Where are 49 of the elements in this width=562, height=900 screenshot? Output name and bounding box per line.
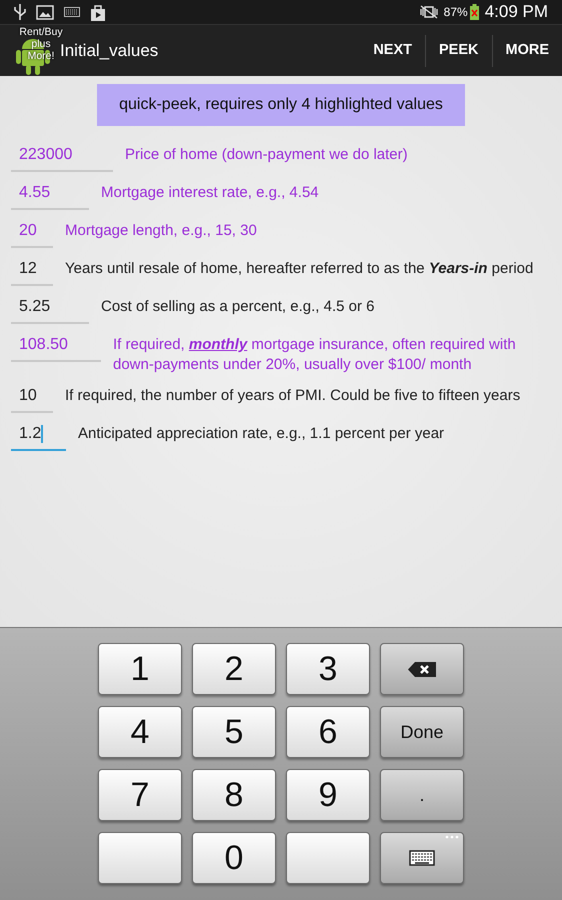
field-label: Years until resale of home, hereafter referred to as the Years-in period xyxy=(64,259,534,279)
input-field[interactable]: 5.25 xyxy=(11,296,89,324)
digit-key[interactable]: 4 xyxy=(98,706,182,758)
field-label: Cost of selling as a percent, e.g., 4.5 or 6 xyxy=(100,297,374,317)
input-field[interactable]: 1.2 xyxy=(11,423,66,451)
field-label: Anticipated appreciation rate, e.g., 1.1 percent per year xyxy=(77,424,444,444)
action-button[interactable]: PEEK xyxy=(426,25,492,76)
keypad-key[interactable]: . xyxy=(380,769,464,821)
shopping-bag-icon xyxy=(90,4,106,20)
digit-key[interactable]: 2 xyxy=(192,643,276,695)
input-field[interactable]: 20 xyxy=(11,220,53,248)
input-field[interactable]: 4.55 xyxy=(11,182,89,210)
muted-vibrate-icon xyxy=(420,5,438,19)
backspace-key[interactable] xyxy=(380,643,464,695)
info-banner: quick-peek, requires only 4 highlighted values xyxy=(97,84,465,126)
digit-key[interactable]: 7 xyxy=(98,769,182,821)
digit-key[interactable]: 1 xyxy=(98,643,182,695)
field-label: If required, the number of years of PMI. Could be five to fifteen years xyxy=(64,386,520,406)
usb-icon xyxy=(14,4,26,20)
action-button[interactable]: MORE xyxy=(492,25,562,76)
field-label: Mortgage length, e.g., 15, 30 xyxy=(64,221,257,241)
image-icon xyxy=(36,4,54,20)
input-field[interactable]: 12 xyxy=(11,258,53,286)
field-label: Price of home (down-payment we do later) xyxy=(124,145,408,165)
digit-key[interactable]: 8 xyxy=(192,769,276,821)
digit-key[interactable]: 0 xyxy=(192,832,276,884)
input-field[interactable]: 10 xyxy=(11,385,53,413)
digit-key[interactable]: 3 xyxy=(286,643,370,695)
action-button[interactable]: NEXT xyxy=(360,25,425,76)
field-label: If required, monthly mortgage insurance, often required with down-payments under 20%, usually over $100/ month xyxy=(112,335,517,375)
keyboard-icon xyxy=(409,850,435,866)
digit-key[interactable]: 6 xyxy=(286,706,370,758)
screen-title: Initial_values xyxy=(60,40,158,62)
backspace-icon xyxy=(408,662,436,676)
battery-percent: 87% xyxy=(444,4,468,21)
keyboard-switch-key[interactable] xyxy=(380,832,464,884)
battery-icon xyxy=(470,4,479,20)
field-label: Mortgage interest rate, e.g., 4.54 xyxy=(100,183,319,203)
keypad-key[interactable]: Done xyxy=(380,706,464,758)
keyboard-icon xyxy=(64,7,80,17)
blank-key[interactable] xyxy=(98,832,182,884)
more-dots-icon xyxy=(445,835,459,839)
logo-text: Rent/Buy xyxy=(19,26,63,38)
digit-key[interactable]: 9 xyxy=(286,769,370,821)
input-field[interactable]: 223000 xyxy=(11,144,113,172)
blank-key[interactable] xyxy=(286,832,370,884)
clock: 4:09 PM xyxy=(484,1,548,24)
digit-key[interactable]: 5 xyxy=(192,706,276,758)
input-field[interactable]: 108.50 xyxy=(11,334,101,362)
